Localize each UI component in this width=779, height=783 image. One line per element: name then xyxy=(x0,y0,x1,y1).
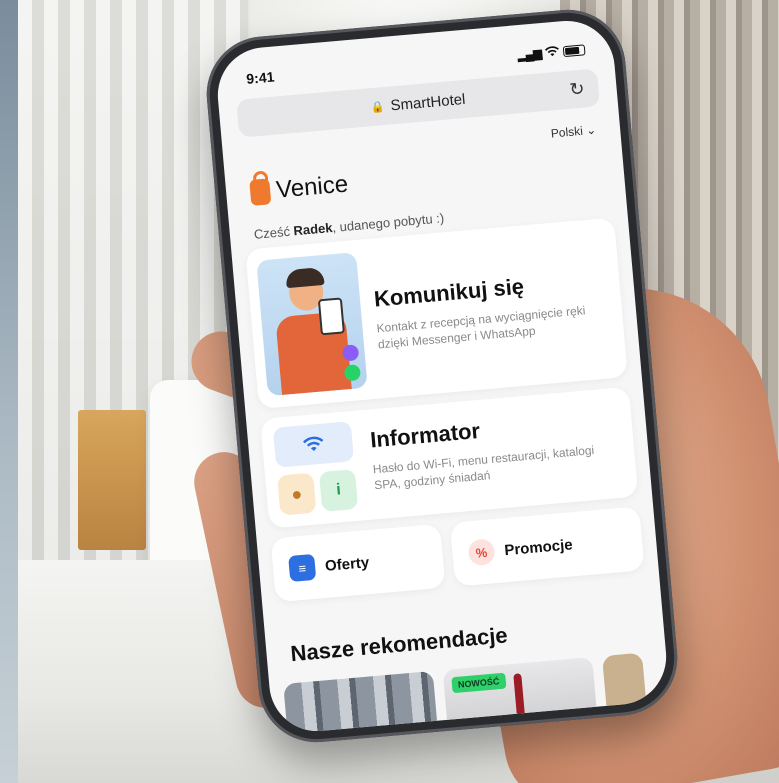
wifi-icon xyxy=(272,421,355,468)
reload-icon[interactable]: ↻ xyxy=(569,78,586,100)
informator-tiles: ● i xyxy=(272,421,361,518)
list-icon: ≡ xyxy=(288,553,317,582)
food-bowl-icon: ● xyxy=(277,472,317,516)
status-time: 9:41 xyxy=(245,68,275,87)
informator-card[interactable]: ● i Informator Hasło do Wi-Fi, menu rest… xyxy=(260,386,639,529)
recommendation-card-parking[interactable] xyxy=(283,670,441,736)
hotel-brand: Venice xyxy=(249,171,349,207)
promotions-label: Promocje xyxy=(503,535,574,559)
new-badge: NOWOŚĆ xyxy=(451,672,506,694)
phone-screen: 9:41 ▂▄▆ 🔒 SmartHotel ↻ Polski ⌄ Venice … xyxy=(213,16,671,736)
signal-icon: ▂▄▆ xyxy=(516,46,542,63)
offers-label: Oferty xyxy=(324,553,370,575)
language-selector[interactable]: Polski ⌄ xyxy=(550,123,596,141)
background-lamp xyxy=(78,410,146,550)
illustration-hair xyxy=(285,266,325,289)
percent-icon: % xyxy=(467,538,496,567)
smartphone: 9:41 ▂▄▆ 🔒 SmartHotel ↻ Polski ⌄ Venice … xyxy=(201,5,683,747)
greeting-suffix: , udanego pobytu :) xyxy=(331,210,445,235)
padlock-logo-icon xyxy=(249,178,272,206)
communicate-card[interactable]: Komunikuj się Kontakt z recepcją na wyci… xyxy=(245,217,628,410)
status-icons: ▂▄▆ xyxy=(517,41,586,63)
guest-name: Radek xyxy=(292,220,334,239)
info-icon: i xyxy=(318,468,359,512)
battery-icon xyxy=(562,43,586,57)
communicate-title: Komunikuj się xyxy=(372,273,525,312)
background-window-edge xyxy=(0,0,18,783)
chevron-down-icon: ⌄ xyxy=(585,122,597,138)
person-with-phone-illustration xyxy=(256,252,368,397)
language-label: Polski xyxy=(550,123,584,141)
whatsapp-icon xyxy=(343,364,362,382)
offers-button[interactable]: ≡ Oferty xyxy=(270,523,446,603)
messenger-icon xyxy=(341,344,360,362)
hotel-name: Venice xyxy=(275,170,350,204)
illustration-phone xyxy=(317,297,345,336)
recommendations-title: Nasze rekomendacje xyxy=(289,622,509,667)
lock-icon: 🔒 xyxy=(370,100,386,114)
informator-title: Informator xyxy=(369,417,481,453)
greeting-prefix: Cześć xyxy=(253,223,295,242)
wifi-status-icon xyxy=(544,44,560,61)
address-bar-label: SmartHotel xyxy=(389,90,467,114)
promotions-button[interactable]: % Promocje xyxy=(449,506,645,587)
